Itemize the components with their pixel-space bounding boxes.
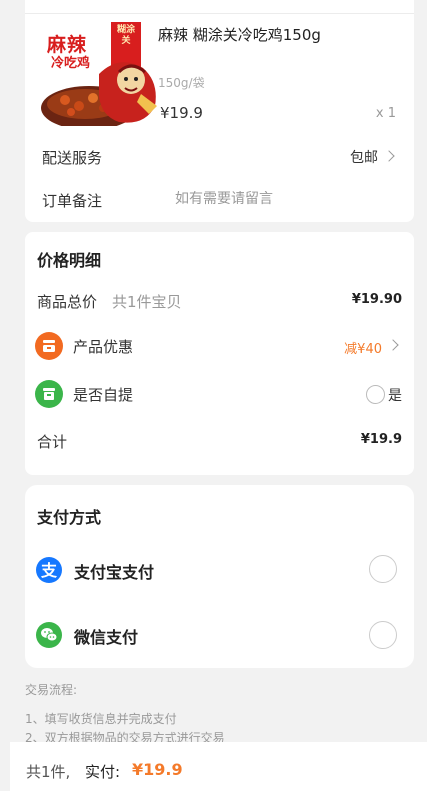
discount-icon (35, 332, 63, 360)
flow-title: 交易流程: (25, 683, 78, 697)
svg-text:支: 支 (40, 561, 58, 580)
product-spec: 150g/袋 (158, 76, 205, 90)
alipay-label[interactable]: 支付宝支付 (74, 559, 154, 583)
chevron-right-icon[interactable] (387, 339, 399, 351)
pickup-icon (35, 380, 63, 408)
product-card: 麻辣 冷吃鸡 糊涂关 麻辣 糊涂关冷吃鸡150g 150g/袋 ¥19.9 x … (25, 0, 414, 222)
discount-value[interactable]: 减¥40 (344, 338, 382, 357)
goods-count: 共1件宝贝 (112, 293, 182, 311)
pickup-radio[interactable] (366, 385, 385, 404)
shipping-label: 配送服务 (42, 149, 103, 167)
sum-label: 合计 (37, 433, 68, 451)
product-image[interactable]: 麻辣 冷吃鸡 糊涂关 (41, 22, 165, 126)
alipay-radio[interactable] (369, 555, 397, 583)
pickup-option-label[interactable]: 是 (388, 385, 402, 405)
footer-bar: 共1件, 实付: ¥19.9 (10, 742, 427, 791)
sum-value: ¥19.9 (360, 432, 402, 447)
shipping-value[interactable]: 包邮 (350, 147, 378, 167)
price-detail-title: 价格明细 (37, 251, 102, 270)
flow-step: 1、填写收货信息并完成支付 (25, 712, 177, 726)
price-detail-card: 价格明细 商品总价 共1件宝贝 ¥19.90 产品优惠 减¥40 是否自提 是 … (25, 232, 414, 475)
note-label: 订单备注 (42, 192, 103, 210)
goods-total-label: 商品总价 (37, 293, 98, 311)
product-image-subtitle: 冷吃鸡 (51, 56, 91, 71)
discount-label: 产品优惠 (73, 338, 134, 356)
goods-total-value: ¥19.90 (351, 292, 402, 307)
chevron-right-icon[interactable] (383, 150, 395, 162)
product-quantity: x 1 (375, 106, 396, 121)
product-price: ¥19.9 (160, 104, 203, 122)
note-input[interactable] (175, 191, 375, 207)
footer-count: 共1件, (26, 763, 71, 781)
footer-paid-label: 实付: (85, 763, 121, 781)
wechat-label[interactable]: 微信支付 (74, 624, 138, 648)
wechat-icon (36, 622, 62, 648)
footer-amount: ¥19.9 (132, 760, 183, 779)
alipay-icon: 支 (36, 557, 62, 583)
wechat-radio[interactable] (369, 621, 397, 649)
pickup-label: 是否自提 (73, 386, 134, 404)
payment-title: 支付方式 (37, 508, 102, 527)
product-title[interactable]: 麻辣 糊涂关冷吃鸡150g (158, 24, 321, 45)
product-image-brand: 糊涂关 (116, 25, 135, 46)
divider (25, 13, 414, 14)
payment-card: 支付方式 支 支付宝支付 微信支付 (25, 485, 414, 668)
